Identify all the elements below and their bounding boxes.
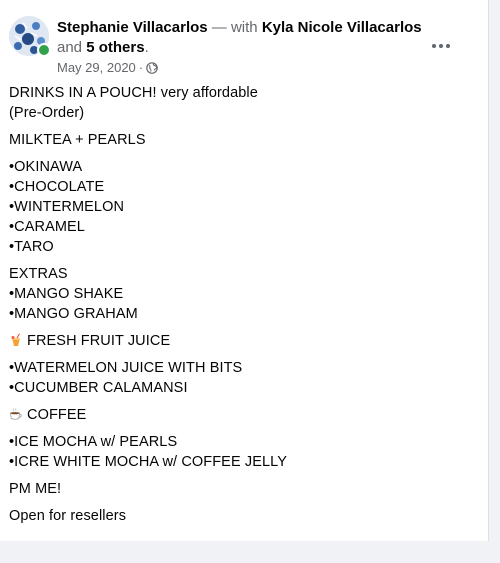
menu-item: •ICE MOCHA w/ PEARLS <box>9 434 178 450</box>
tropical-drink-icon <box>11 333 20 346</box>
section-heading: EXTRAS <box>9 266 68 282</box>
call-to-action: PM ME! <box>9 481 62 497</box>
meta-separator: · <box>138 60 144 75</box>
and-text: and <box>57 39 83 56</box>
post-card: Stephanie Villacarlos — with Kyla Nicole… <box>0 0 489 541</box>
menu-item: •MANGO SHAKE <box>9 286 124 302</box>
menu-item: •MANGO GRAHAM <box>9 306 138 322</box>
post-text-line: DRINKS IN A POUCH! very affordable <box>9 85 258 101</box>
hot-beverage-icon <box>10 408 22 420</box>
menu-item: •CUCUMBER CALAMANSI <box>9 380 188 396</box>
post-header: Stephanie Villacarlos — with Kyla Nicole… <box>9 14 479 76</box>
menu-item: •ICRE WHITE MOCHA w/ COFFEE JELLY <box>9 454 287 470</box>
online-status-dot <box>37 43 51 57</box>
section-heading: COFFEE <box>9 405 479 425</box>
menu-item: •WINTERMELON <box>9 199 125 215</box>
post-meta: May 29, 2020 · <box>57 60 158 76</box>
globe-icon[interactable] <box>146 62 158 74</box>
menu-item: •CHOCOLATE <box>9 179 105 195</box>
section-heading: MILKTEA + PEARLS <box>9 132 146 148</box>
section-heading: FRESH FRUIT JUICE <box>9 331 479 351</box>
author-name-link[interactable]: Stephanie Villacarlos <box>57 19 208 36</box>
title-period: . <box>144 39 149 56</box>
tagged-person-link[interactable]: Kyla Nicole Villacarlos <box>262 19 422 36</box>
menu-item: •OKINAWA <box>9 159 83 175</box>
post-body: DRINKS IN A POUCH! very affordable (Pre-… <box>9 83 479 526</box>
coffee-title: COFFEE <box>27 407 87 423</box>
juice-title: FRESH FRUIT JUICE <box>27 333 171 349</box>
menu-item: •CARAMEL <box>9 219 85 235</box>
post-title-line: Stephanie Villacarlos — with Kyla Nicole… <box>57 18 447 58</box>
menu-item: •TARO <box>9 239 54 255</box>
resellers-text: Open for resellers <box>9 508 127 524</box>
profile-avatar[interactable] <box>9 16 51 57</box>
menu-item: •WATERMELON JUICE WITH BITS <box>9 360 243 376</box>
more-options-button[interactable] <box>423 28 459 64</box>
more-horizontal-icon <box>432 44 450 48</box>
post-date-link[interactable]: May 29, 2020 <box>57 60 136 76</box>
with-text: — with <box>211 19 258 36</box>
others-link[interactable]: 5 others <box>86 39 144 56</box>
post-text-line: (Pre-Order) <box>9 105 85 121</box>
